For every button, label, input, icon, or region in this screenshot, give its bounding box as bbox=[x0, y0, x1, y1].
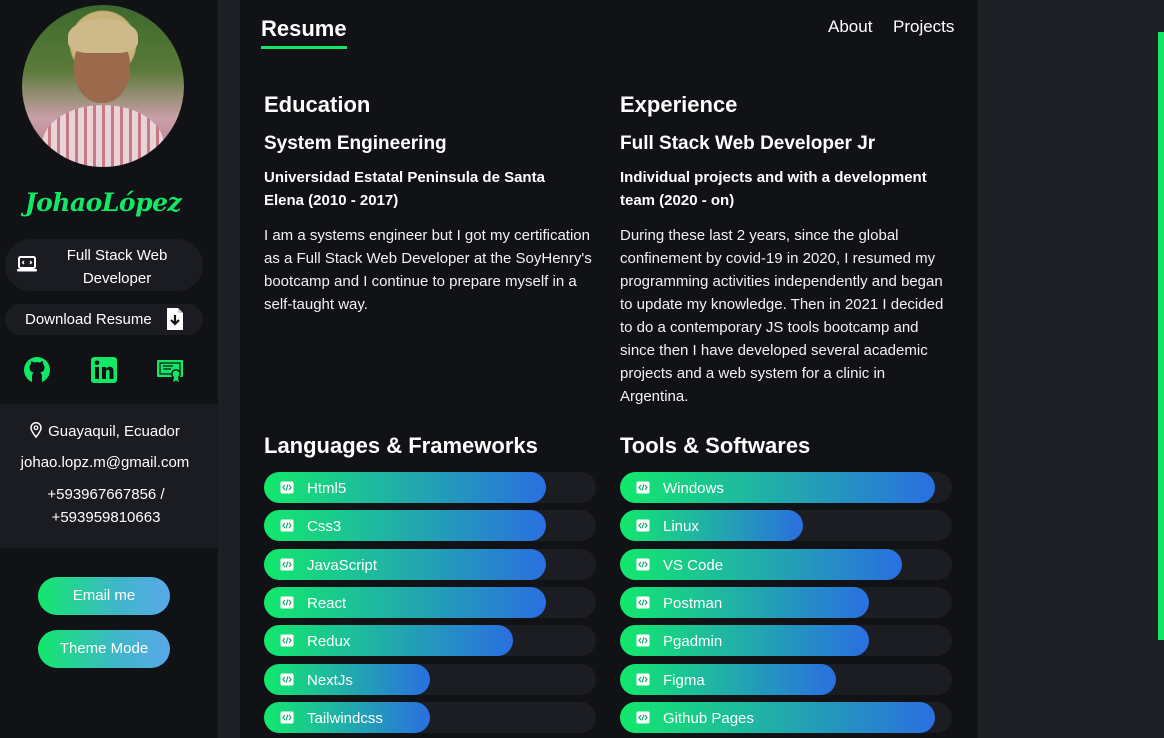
skill-bar: VS Code bbox=[620, 549, 952, 580]
experience-context: Individual projects and with a developme… bbox=[620, 169, 927, 209]
skill-bar: React bbox=[264, 587, 596, 618]
skill-bar: Tailwindcss bbox=[264, 702, 596, 733]
code-file-icon bbox=[636, 634, 650, 647]
download-resume-button[interactable]: Download Resume bbox=[5, 304, 203, 335]
skill-label: React bbox=[307, 595, 347, 612]
skill-bar: Pgadmin bbox=[620, 625, 952, 656]
languages-title: Languages & Frameworks bbox=[264, 433, 538, 458]
education-degree: System Engineering bbox=[264, 133, 447, 154]
skill-bar: NextJs bbox=[264, 664, 596, 695]
skill-bar: JavaScript bbox=[264, 549, 596, 580]
skill-bar: Redux bbox=[264, 625, 596, 656]
email-address[interactable]: johao.lopz.m@gmail.com bbox=[0, 454, 210, 471]
tools-title: Tools & Softwares bbox=[620, 433, 811, 458]
scrollbar[interactable] bbox=[1158, 32, 1164, 640]
role-badge: Full Stack Web Developer bbox=[5, 239, 203, 291]
experience-title: Experience bbox=[620, 92, 738, 117]
experience-description: During these last 2 years, since the glo… bbox=[620, 227, 944, 405]
skill-label: Tailwindcss bbox=[307, 710, 383, 727]
code-file-icon bbox=[280, 519, 294, 532]
nav-about[interactable]: About bbox=[828, 17, 872, 37]
skill-label: Postman bbox=[663, 595, 723, 612]
avatar bbox=[22, 5, 184, 167]
social-links bbox=[0, 356, 218, 386]
location: Guayaquil, Ecuador bbox=[0, 422, 210, 440]
skill-label: Html5 bbox=[307, 480, 347, 497]
certificate-icon[interactable] bbox=[156, 356, 184, 384]
role-label: Full Stack Web Developer bbox=[66, 247, 168, 287]
sidebar: JohaoLópez Full Stack Web Developer Down… bbox=[0, 0, 218, 738]
location-text: Guayaquil, Ecuador bbox=[48, 423, 180, 440]
skill-label: Css3 bbox=[307, 518, 342, 535]
laptop-icon bbox=[17, 256, 37, 272]
code-file-icon bbox=[636, 558, 650, 571]
skill-label: NextJs bbox=[307, 672, 353, 689]
code-file-icon bbox=[636, 673, 650, 686]
code-file-icon bbox=[280, 481, 294, 494]
linkedin-icon[interactable] bbox=[90, 356, 118, 384]
phone-numbers: +593967667856 / +593959810663 bbox=[47, 486, 165, 526]
skill-label: Pgadmin bbox=[663, 633, 723, 650]
skill-label: VS Code bbox=[663, 557, 724, 574]
education-title: Education bbox=[264, 92, 371, 117]
code-file-icon bbox=[280, 596, 294, 609]
signature-logo: JohaoLópez bbox=[24, 188, 182, 217]
main-panel: Resume About Projects Education System E… bbox=[240, 0, 978, 738]
skill-bar: Windows bbox=[620, 472, 952, 503]
code-file-icon bbox=[280, 673, 294, 686]
skill-label: Figma bbox=[663, 672, 705, 689]
theme-mode-button[interactable]: Theme Mode bbox=[38, 630, 170, 668]
code-file-icon bbox=[636, 711, 650, 724]
education-description: I am a systems engineer but I got my cer… bbox=[264, 227, 592, 313]
skill-bar: Html5 bbox=[264, 472, 596, 503]
email-me-button[interactable]: Email me bbox=[38, 577, 170, 615]
skill-bar-fill bbox=[620, 587, 869, 618]
skill-bar-fill bbox=[620, 664, 836, 695]
skill-label: Github Pages bbox=[663, 710, 754, 727]
skill-label: JavaScript bbox=[307, 557, 378, 574]
skill-bar-fill bbox=[620, 625, 869, 656]
skill-label: Redux bbox=[307, 633, 351, 650]
experience-position: Full Stack Web Developer Jr bbox=[620, 133, 876, 154]
nav-projects[interactable]: Projects bbox=[893, 17, 954, 37]
skill-label: Windows bbox=[663, 480, 724, 497]
skill-bar: Css3 bbox=[264, 510, 596, 541]
brand-title[interactable]: Resume bbox=[261, 16, 347, 49]
skill-bar: Postman bbox=[620, 587, 952, 618]
github-icon[interactable] bbox=[23, 356, 51, 384]
download-file-icon bbox=[167, 308, 183, 330]
code-file-icon bbox=[636, 596, 650, 609]
skill-bar: Linux bbox=[620, 510, 952, 541]
contact-info: Guayaquil, Ecuador johao.lopz.m@gmail.co… bbox=[0, 404, 218, 548]
skill-bar: Figma bbox=[620, 664, 952, 695]
code-file-icon bbox=[636, 481, 650, 494]
skill-label: Linux bbox=[663, 518, 699, 535]
education-institution: Universidad Estatal Peninsula de Santa E… bbox=[264, 169, 545, 209]
location-pin-icon bbox=[30, 422, 42, 438]
code-file-icon bbox=[280, 711, 294, 724]
download-resume-label: Download Resume bbox=[25, 311, 152, 328]
skill-bar: Github Pages bbox=[620, 702, 952, 733]
code-file-icon bbox=[280, 558, 294, 571]
skill-bar-fill bbox=[264, 625, 513, 656]
code-file-icon bbox=[280, 634, 294, 647]
code-file-icon bbox=[636, 519, 650, 532]
